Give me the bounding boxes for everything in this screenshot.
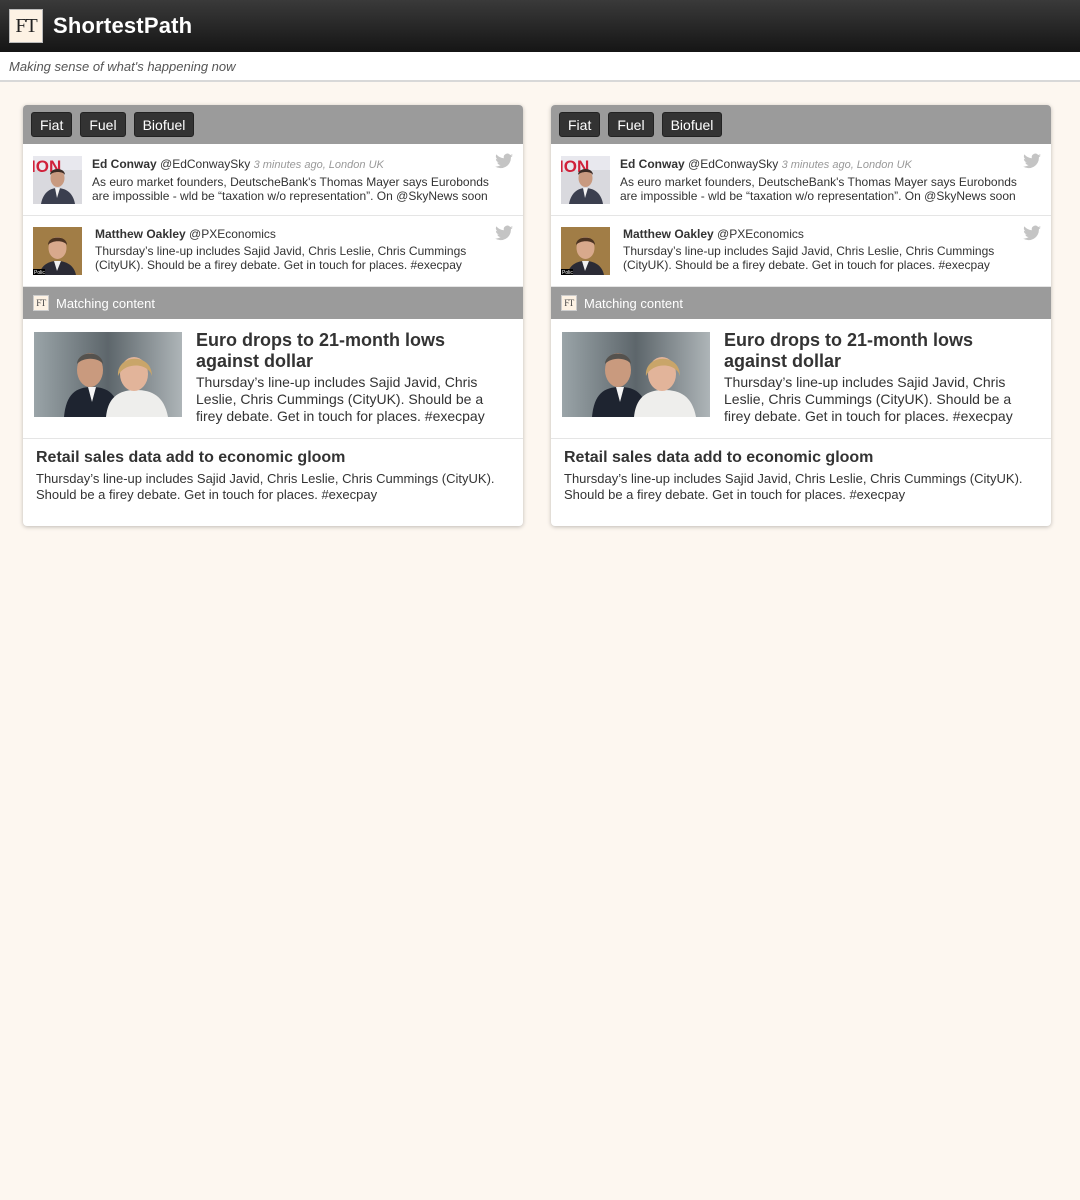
ft-logo-icon: FT bbox=[561, 295, 577, 311]
topic-card: Fiat Fuel Biofuel ION Ed Conway @EdConwa… bbox=[551, 105, 1051, 526]
avatar[interactable]: ION bbox=[33, 156, 82, 204]
matching-content-label: Matching content bbox=[56, 295, 156, 311]
svg-text:Polic: Polic bbox=[562, 270, 573, 275]
ft-logo-icon[interactable]: FT bbox=[9, 9, 43, 43]
tweet-body: Matthew Oakley @PXEconomics Thursday’s l… bbox=[95, 227, 497, 272]
tweet-text: Thursday’s line-up includes Sajid Javid,… bbox=[95, 244, 467, 272]
matching-content-label: Matching content bbox=[584, 295, 684, 311]
matching-content-header: FT Matching content bbox=[551, 287, 1051, 319]
tweet-item[interactable]: Polic Matthew Oakley @PXEconomics Thursd… bbox=[551, 216, 1051, 287]
twitter-bird-icon[interactable] bbox=[494, 153, 514, 169]
tag-chip-fuel[interactable]: Fuel bbox=[608, 112, 654, 137]
tag-chip-fiat[interactable]: Fiat bbox=[31, 112, 73, 137]
matching-content-header: FT Matching content bbox=[23, 287, 523, 319]
ft-logo-icon: FT bbox=[33, 295, 49, 311]
story-summary: Thursday’s line-up includes Sajid Javid,… bbox=[564, 471, 1023, 502]
tweet-author[interactable]: Ed Conway bbox=[92, 157, 157, 171]
app-title[interactable]: ShortestPath bbox=[53, 13, 192, 39]
story-item[interactable]: Retail sales data add to economic gloom … bbox=[23, 439, 523, 525]
story-item[interactable]: Euro drops to 21-month lows against doll… bbox=[551, 319, 1051, 439]
twitter-bird-icon[interactable] bbox=[1022, 153, 1042, 169]
story-headline[interactable]: Euro drops to 21-month lows against doll… bbox=[724, 330, 1034, 372]
tweet-author[interactable]: Matthew Oakley bbox=[623, 227, 714, 241]
tweet-author[interactable]: Matthew Oakley bbox=[95, 227, 186, 241]
story-item[interactable]: Retail sales data add to economic gloom … bbox=[551, 439, 1051, 525]
story-summary: Thursday’s line-up includes Sajid Javid,… bbox=[196, 374, 485, 424]
tweet-item[interactable]: ION Ed Conway @EdConwaySky 3 minutes ago… bbox=[23, 144, 523, 216]
story-item[interactable]: Euro drops to 21-month lows against doll… bbox=[23, 319, 523, 439]
tag-bar: Fiat Fuel Biofuel bbox=[23, 105, 523, 144]
tweet-handle[interactable]: @PXEconomics bbox=[189, 227, 276, 241]
tweet-text: As euro market founders, DeutscheBank's … bbox=[620, 175, 1017, 203]
twitter-bird-icon[interactable] bbox=[1022, 225, 1042, 241]
topic-card: Fiat Fuel Biofuel ION Ed Conway @EdConwa… bbox=[23, 105, 523, 526]
tag-chip-biofuel[interactable]: Biofuel bbox=[133, 112, 195, 137]
tweet-text: As euro market founders, DeutscheBank's … bbox=[92, 175, 489, 203]
tweet-handle[interactable]: @EdConwaySky bbox=[160, 157, 250, 171]
story-summary: Thursday’s line-up includes Sajid Javid,… bbox=[724, 374, 1013, 424]
tweet-author[interactable]: Ed Conway bbox=[620, 157, 685, 171]
story-image[interactable] bbox=[562, 332, 710, 417]
svg-text:Polic: Polic bbox=[34, 270, 45, 275]
tweet-text: Thursday’s line-up includes Sajid Javid,… bbox=[623, 244, 995, 272]
avatar[interactable]: Polic bbox=[561, 227, 610, 275]
tweet-meta: 3 minutes ago, London UK bbox=[781, 159, 912, 171]
tag-chip-fuel[interactable]: Fuel bbox=[80, 112, 126, 137]
tag-chip-fiat[interactable]: Fiat bbox=[559, 112, 601, 137]
story-summary: Thursday’s line-up includes Sajid Javid,… bbox=[36, 471, 495, 502]
app-header: FT ShortestPath bbox=[0, 0, 1080, 52]
avatar[interactable]: Polic bbox=[33, 227, 82, 275]
avatar[interactable]: ION bbox=[561, 156, 610, 204]
tweet-meta: 3 minutes ago, London UK bbox=[253, 159, 384, 171]
tweet-body: Ed Conway @EdConwaySky 3 minutes ago, Lo… bbox=[620, 157, 1025, 203]
twitter-bird-icon[interactable] bbox=[494, 225, 514, 241]
tweet-body: Ed Conway @EdConwaySky 3 minutes ago, Lo… bbox=[92, 157, 497, 203]
tag-chip-biofuel[interactable]: Biofuel bbox=[661, 112, 723, 137]
tweet-item[interactable]: Polic Matthew Oakley @PXEconomics Thursd… bbox=[23, 216, 523, 287]
tweet-handle[interactable]: @PXEconomics bbox=[717, 227, 804, 241]
story-headline[interactable]: Retail sales data add to economic gloom bbox=[564, 449, 873, 467]
tagline: Making sense of what's happening now bbox=[9, 58, 236, 74]
tweet-item[interactable]: ION Ed Conway @EdConwaySky 3 minutes ago… bbox=[551, 144, 1051, 216]
story-headline[interactable]: Retail sales data add to economic gloom bbox=[36, 449, 345, 467]
story-headline[interactable]: Euro drops to 21-month lows against doll… bbox=[196, 330, 506, 372]
tweet-handle[interactable]: @EdConwaySky bbox=[688, 157, 778, 171]
tagline-bar: Making sense of what's happening now bbox=[0, 52, 1080, 82]
tweet-body: Matthew Oakley @PXEconomics Thursday’s l… bbox=[623, 227, 1025, 272]
story-image[interactable] bbox=[34, 332, 182, 417]
tag-bar: Fiat Fuel Biofuel bbox=[551, 105, 1051, 144]
